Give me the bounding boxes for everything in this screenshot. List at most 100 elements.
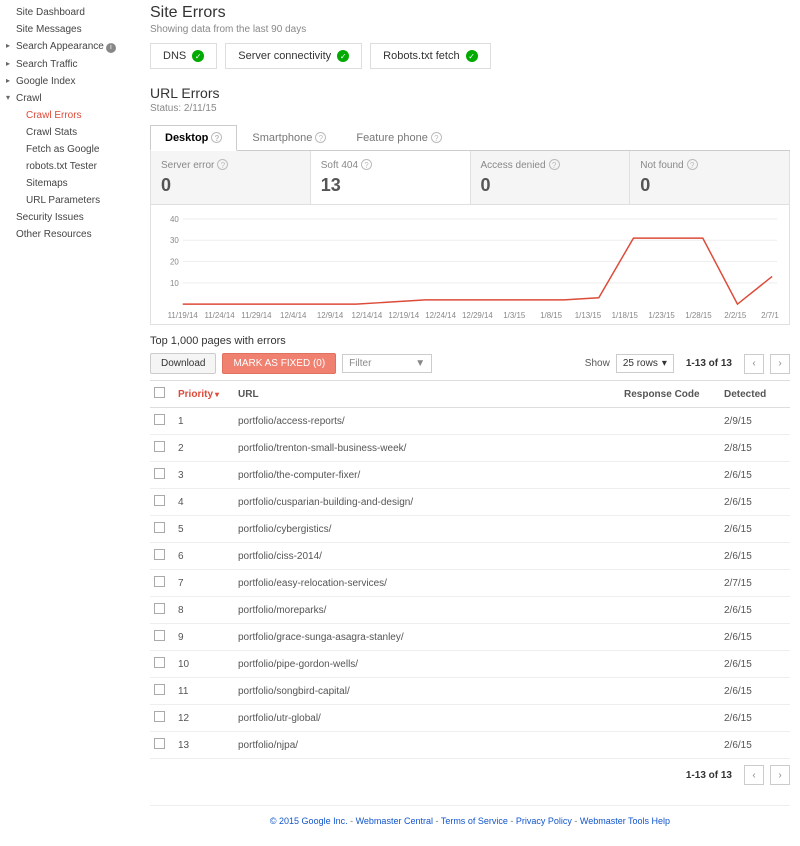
help-icon[interactable]: ? <box>549 159 560 170</box>
status-robots[interactable]: Robots.txt fetch✓ <box>370 43 490 69</box>
nav-fetch-google[interactable]: Fetch as Google <box>0 141 140 158</box>
nav-search-appearance[interactable]: Search Appearancei <box>0 38 140 56</box>
row-url[interactable]: portfolio/easy-relocation-services/ <box>234 570 620 597</box>
col-priority[interactable]: Priority <box>178 389 213 400</box>
status-server[interactable]: Server connectivity✓ <box>225 43 362 69</box>
check-icon: ✓ <box>466 50 478 62</box>
nav-crawl-errors[interactable]: Crawl Errors <box>0 107 140 124</box>
row-checkbox[interactable] <box>154 414 165 425</box>
mark-fixed-button[interactable]: MARK AS FIXED (0) <box>222 353 336 374</box>
row-url[interactable]: portfolio/grace-sunga-asagra-stanley/ <box>234 624 620 651</box>
footer-link[interactable]: Privacy Policy <box>516 816 572 826</box>
svg-text:1/3/15: 1/3/15 <box>503 311 526 320</box>
help-icon[interactable]: ? <box>217 159 228 170</box>
help-icon[interactable]: ? <box>687 159 698 170</box>
row-checkbox[interactable] <box>154 630 165 641</box>
footer-link[interactable]: Webmaster Tools Help <box>580 816 670 826</box>
svg-text:11/19/14: 11/19/14 <box>168 311 199 320</box>
table-row[interactable]: 4 portfolio/cusparian-building-and-desig… <box>150 489 790 516</box>
row-checkbox[interactable] <box>154 495 165 506</box>
nav-site-dashboard[interactable]: Site Dashboard <box>0 4 140 21</box>
row-url[interactable]: portfolio/songbird-capital/ <box>234 678 620 705</box>
page-footer: © 2015 Google Inc. - Webmaster Central -… <box>150 805 790 836</box>
stat-soft-404[interactable]: Soft 404? 13 <box>311 151 471 204</box>
next-page-button-bottom[interactable]: › <box>770 765 790 785</box>
row-url[interactable]: portfolio/the-computer-fixer/ <box>234 462 620 489</box>
row-url[interactable]: portfolio/njpa/ <box>234 732 620 759</box>
table-row[interactable]: 11 portfolio/songbird-capital/ 2/6/15 <box>150 678 790 705</box>
nav-other-resources[interactable]: Other Resources <box>0 226 140 243</box>
row-checkbox[interactable] <box>154 549 165 560</box>
stat-server-error[interactable]: Server error? 0 <box>151 151 311 204</box>
row-url[interactable]: portfolio/access-reports/ <box>234 408 620 435</box>
help-icon[interactable]: ? <box>431 132 442 143</box>
col-url[interactable]: URL <box>234 381 620 408</box>
row-checkbox[interactable] <box>154 603 165 614</box>
rows-select[interactable]: 25 rows▾ <box>616 354 674 373</box>
table-row[interactable]: 3 portfolio/the-computer-fixer/ 2/6/15 <box>150 462 790 489</box>
col-response[interactable]: Response Code <box>620 381 720 408</box>
row-checkbox[interactable] <box>154 468 165 479</box>
row-priority: 6 <box>174 543 234 570</box>
row-url[interactable]: portfolio/cybergistics/ <box>234 516 620 543</box>
nav-crawl-stats[interactable]: Crawl Stats <box>0 124 140 141</box>
help-icon[interactable]: ? <box>211 132 222 143</box>
row-detected: 2/6/15 <box>720 678 790 705</box>
row-checkbox[interactable] <box>154 657 165 668</box>
help-icon[interactable]: ? <box>315 132 326 143</box>
nav-url-parameters[interactable]: URL Parameters <box>0 192 140 209</box>
table-row[interactable]: 1 portfolio/access-reports/ 2/9/15 <box>150 408 790 435</box>
row-response <box>620 651 720 678</box>
row-priority: 7 <box>174 570 234 597</box>
download-button[interactable]: Download <box>150 353 216 374</box>
table-row[interactable]: 13 portfolio/njpa/ 2/6/15 <box>150 732 790 759</box>
nav-search-traffic[interactable]: Search Traffic <box>0 56 140 73</box>
status-dns[interactable]: DNS✓ <box>150 43 217 69</box>
tab-feature-phone[interactable]: Feature phone? <box>341 125 457 151</box>
nav-robots-tester[interactable]: robots.txt Tester <box>0 158 140 175</box>
tab-smartphone[interactable]: Smartphone? <box>237 125 341 151</box>
table-row[interactable]: 10 portfolio/pipe-gordon-wells/ 2/6/15 <box>150 651 790 678</box>
filter-input[interactable]: Filter▼ <box>342 354 432 373</box>
table-row[interactable]: 2 portfolio/trenton-small-business-week/… <box>150 435 790 462</box>
row-url[interactable]: portfolio/moreparks/ <box>234 597 620 624</box>
row-checkbox[interactable] <box>154 576 165 587</box>
footer-link[interactable]: Webmaster Central <box>356 816 433 826</box>
row-checkbox[interactable] <box>154 711 165 722</box>
table-row[interactable]: 8 portfolio/moreparks/ 2/6/15 <box>150 597 790 624</box>
nav-security-issues[interactable]: Security Issues <box>0 209 140 226</box>
next-page-button[interactable]: › <box>770 354 790 374</box>
row-url[interactable]: portfolio/cusparian-building-and-design/ <box>234 489 620 516</box>
help-icon[interactable]: ? <box>361 159 372 170</box>
row-url[interactable]: portfolio/utr-global/ <box>234 705 620 732</box>
main-content: Site Errors Showing data from the last 9… <box>140 0 800 846</box>
row-url[interactable]: portfolio/pipe-gordon-wells/ <box>234 651 620 678</box>
show-label: Show <box>585 358 610 369</box>
table-title: Top 1,000 pages with errors <box>150 335 790 347</box>
nav-site-messages[interactable]: Site Messages <box>0 21 140 38</box>
row-detected: 2/6/15 <box>720 489 790 516</box>
table-row[interactable]: 6 portfolio/ciss-2014/ 2/6/15 <box>150 543 790 570</box>
prev-page-button[interactable]: ‹ <box>744 354 764 374</box>
table-row[interactable]: 7 portfolio/easy-relocation-services/ 2/… <box>150 570 790 597</box>
row-checkbox[interactable] <box>154 684 165 695</box>
footer-copyright: © 2015 Google Inc. <box>270 816 348 826</box>
select-all-checkbox[interactable] <box>154 387 165 398</box>
col-detected[interactable]: Detected <box>720 381 790 408</box>
prev-page-button-bottom[interactable]: ‹ <box>744 765 764 785</box>
row-checkbox[interactable] <box>154 522 165 533</box>
tab-desktop[interactable]: Desktop? <box>150 125 237 151</box>
stats-row: Server error? 0 Soft 404? 13 Access deni… <box>150 151 790 205</box>
table-row[interactable]: 5 portfolio/cybergistics/ 2/6/15 <box>150 516 790 543</box>
row-checkbox[interactable] <box>154 441 165 452</box>
table-row[interactable]: 12 portfolio/utr-global/ 2/6/15 <box>150 705 790 732</box>
footer-link[interactable]: Terms of Service <box>441 816 508 826</box>
nav-crawl[interactable]: Crawl <box>0 90 140 107</box>
stat-access-denied[interactable]: Access denied? 0 <box>471 151 631 204</box>
nav-sitemaps[interactable]: Sitemaps <box>0 175 140 192</box>
table-row[interactable]: 9 portfolio/grace-sunga-asagra-stanley/ … <box>150 624 790 651</box>
row-url[interactable]: portfolio/trenton-small-business-week/ <box>234 435 620 462</box>
row-url[interactable]: portfolio/ciss-2014/ <box>234 543 620 570</box>
nav-google-index[interactable]: Google Index <box>0 73 140 90</box>
stat-not-found[interactable]: Not found? 0 <box>630 151 789 204</box>
